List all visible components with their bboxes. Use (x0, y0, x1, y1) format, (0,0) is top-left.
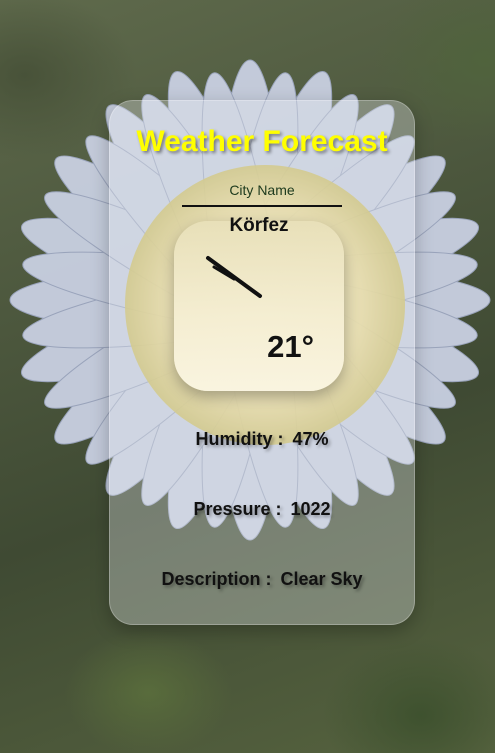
pressure-label: Pressure : (193, 499, 282, 519)
city-search-input[interactable] (182, 175, 342, 207)
description-value: Clear Sky (280, 569, 363, 589)
humidity-row: Humidity : 47% (110, 429, 414, 450)
weather-card: Weather Forecast Körfez 21° Humidity : 4… (109, 100, 415, 625)
app-title: Weather Forecast (136, 125, 388, 158)
clear-sky-icon (206, 256, 262, 298)
humidity-label: Humidity : (195, 429, 284, 449)
pressure-row: Pressure : 1022 (110, 499, 414, 520)
city-name: Körfez (229, 215, 289, 236)
temperature: 21° (267, 329, 314, 364)
pressure-value: 1022 (290, 499, 331, 519)
description-label: Description : (161, 569, 272, 589)
description-row: Description : Clear Sky (110, 569, 414, 590)
weather-tile: Körfez 21° (174, 215, 344, 391)
humidity-value: 47% (292, 429, 329, 449)
